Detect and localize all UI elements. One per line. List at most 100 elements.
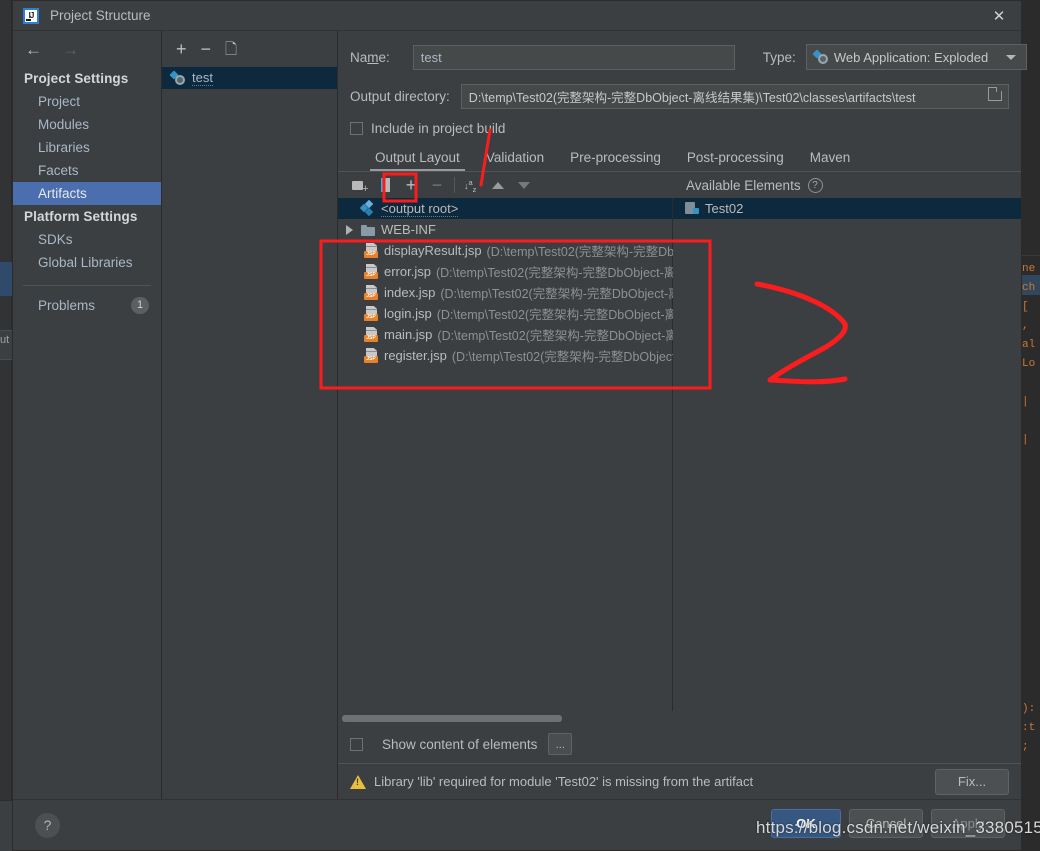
available-elements-tree: Test02 (673, 198, 1021, 711)
artifacts-toolbar: + − 🗋 (162, 31, 337, 67)
available-elements-header: Available Elements ? (686, 177, 823, 193)
jsp-file-icon: JSP (364, 264, 379, 279)
sidebar-item-artifacts[interactable]: Artifacts (13, 182, 161, 205)
sidebar-group-project-settings: Project Settings (24, 71, 129, 86)
sidebar-item-modules[interactable]: Modules (13, 113, 161, 136)
fix-button[interactable]: Fix... (935, 768, 1009, 795)
sort-alphabetical-icon[interactable]: ↓az (459, 174, 485, 196)
horizontal-scrollbar[interactable] (338, 711, 1021, 725)
minus-icon[interactable]: − (424, 174, 450, 196)
tree-node-path: (D:\temp\Test02(完整架构-完整DbObject-离线 (437, 329, 691, 343)
output-directory-input[interactable]: D:\temp\Test02(完整架构-完整DbObject-离线结果集)\Te… (460, 83, 1009, 109)
sidebar-item-problems[interactable]: Problems 1 (13, 294, 161, 317)
options-row: Show content of elements ... (338, 725, 1021, 763)
tab-output-layout[interactable]: Output Layout (362, 150, 473, 171)
artifact-list-item-test[interactable]: test (162, 67, 337, 89)
copy-icon[interactable]: 🗋 (225, 42, 237, 57)
apply-button[interactable]: Apply (931, 809, 1005, 838)
ellipsis-icon[interactable]: ... (548, 733, 573, 755)
problems-count-badge: 1 (131, 297, 149, 314)
output-layout-tree: <output root> WEB-INF JSP displayResult.… (338, 198, 693, 711)
chevron-down-icon (1005, 54, 1016, 60)
close-icon[interactable]: ✕ (977, 1, 1021, 30)
add-directory-icon[interactable] (346, 174, 372, 196)
artifact-type-dropdown[interactable]: Web Application: Exploded (805, 44, 1027, 70)
output-root-icon (359, 199, 376, 217)
scrollbar-track[interactable] (342, 715, 1021, 722)
module-icon (685, 202, 700, 215)
detail-tabs: Output Layout Validation Pre-processing … (338, 143, 1021, 171)
scrollbar-thumb[interactable] (342, 715, 562, 722)
tab-pre-processing[interactable]: Pre-processing (557, 150, 674, 171)
question-mark-icon[interactable]: ? (807, 177, 823, 193)
output-directory-label: Output directory: (350, 88, 450, 104)
tree-row[interactable]: <output root> (338, 198, 672, 219)
tree-node-path: (D:\temp\Test02(完整架构-完整DbObject-离 (451, 350, 693, 364)
triangle-down-icon[interactable] (511, 174, 537, 196)
include-in-build-checkbox[interactable] (350, 121, 363, 135)
warning-triangle-icon (350, 774, 366, 789)
plus-icon[interactable]: + (176, 40, 187, 58)
navigation-arrows: ← → (13, 31, 161, 67)
minus-icon[interactable]: − (201, 40, 212, 58)
tree-row[interactable]: WEB-INF (338, 219, 672, 240)
jsp-file-icon: JSP (364, 243, 379, 258)
tree-row[interactable]: JSP displayResult.jsp (D:\temp\Test02(完整… (338, 240, 691, 261)
tree-node-path: (D:\temp\Test02(完整架构-完整DbObject-离线 (435, 266, 689, 280)
include-in-build-row: Include in project build (338, 113, 1021, 143)
tree-node-label: index.jsp (384, 285, 436, 300)
tab-validation[interactable]: Validation (473, 150, 557, 171)
artifact-detail-panel: Name: Type: Web Application: Exploded Ou… (338, 31, 1027, 799)
show-content-checkbox[interactable] (350, 737, 363, 751)
sidebar-item-global-libraries[interactable]: Global Libraries (13, 251, 161, 274)
window-title: Project Structure (50, 8, 151, 23)
tree-row[interactable]: JSP index.jsp (D:\temp\Test02(完整架构-完整DbO… (338, 282, 693, 303)
background-left-tab-active (0, 262, 12, 296)
name-row: Name: Type: Web Application: Exploded (338, 35, 1027, 79)
cancel-button[interactable]: Cancel (849, 809, 923, 838)
dialog-footer: ? OK Cancel Apply (13, 799, 1021, 850)
tree-row[interactable]: JSP login.jsp (D:\temp\Test02(完整架构-完整DbO… (338, 303, 690, 324)
tree-row[interactable]: JSP register.jsp (D:\temp\Test02(完整架构-完整… (338, 345, 692, 366)
artifact-icon (169, 70, 186, 86)
dialog-body: ← → Project Settings Project Modules Lib… (13, 30, 1027, 799)
folder-icon[interactable] (984, 86, 1006, 107)
sidebar-item-project[interactable]: Project (13, 90, 161, 113)
tree-expand-toggle-icon[interactable] (342, 224, 356, 235)
ok-button[interactable]: OK (771, 809, 841, 838)
jsp-file-icon: JSP (364, 348, 379, 363)
sidebar-divider (23, 285, 151, 286)
artifact-icon (812, 49, 829, 65)
available-element-row[interactable]: Test02 (673, 198, 1021, 219)
sidebar-item-facets[interactable]: Facets (13, 159, 161, 182)
output-directory-row: Output directory: D:\temp\Test02(完整架构-完整… (338, 79, 1021, 113)
background-editor-divider (1022, 255, 1040, 256)
sidebar-item-libraries[interactable]: Libraries (13, 136, 161, 159)
dialog-titlebar: Project Structure ✕ (13, 1, 1021, 30)
settings-sidebar: ← → Project Settings Project Modules Lib… (13, 31, 162, 799)
background-editor-code-1: ne ch [ , al Lo | | (1022, 263, 1036, 446)
question-mark-icon[interactable]: ? (35, 812, 60, 838)
tree-node-path: (D:\temp\Test02(完整架构-完整DbObject-离线 (440, 287, 694, 301)
tab-post-processing[interactable]: Post-processing (674, 150, 797, 171)
tree-row[interactable]: JSP error.jsp (D:\temp\Test02(完整架构-完整DbO… (338, 261, 689, 282)
tree-row[interactable]: JSP main.jsp (D:\temp\Test02(完整架构-完整DbOb… (338, 324, 690, 345)
tree-node-label: login.jsp (384, 306, 432, 321)
arrow-right-icon[interactable]: → (62, 41, 79, 58)
footer-actions: OK Cancel Apply (771, 809, 1005, 838)
name-input[interactable] (412, 44, 735, 70)
tree-node-label: error.jsp (384, 264, 431, 279)
sidebar-group-platform-settings: Platform Settings (24, 209, 138, 224)
background-left-statusbar (0, 800, 12, 851)
available-elements-label: Available Elements (686, 177, 801, 193)
triangle-up-icon[interactable] (485, 174, 511, 196)
background-left-toolwindow-strip (0, 0, 12, 851)
add-archive-icon[interactable] (372, 174, 398, 196)
tree-node-label: main.jsp (384, 327, 433, 342)
arrow-left-icon[interactable]: ← (25, 41, 42, 58)
tab-maven[interactable]: Maven (797, 150, 864, 171)
plus-icon[interactable]: + (398, 174, 424, 196)
sidebar-item-sdks[interactable]: SDKs (13, 228, 161, 251)
output-directory-value: D:\temp\Test02(完整架构-完整DbObject-离线结果集)\Te… (468, 90, 916, 105)
layout-panes: <output root> WEB-INF JSP displayResult.… (338, 198, 1021, 711)
